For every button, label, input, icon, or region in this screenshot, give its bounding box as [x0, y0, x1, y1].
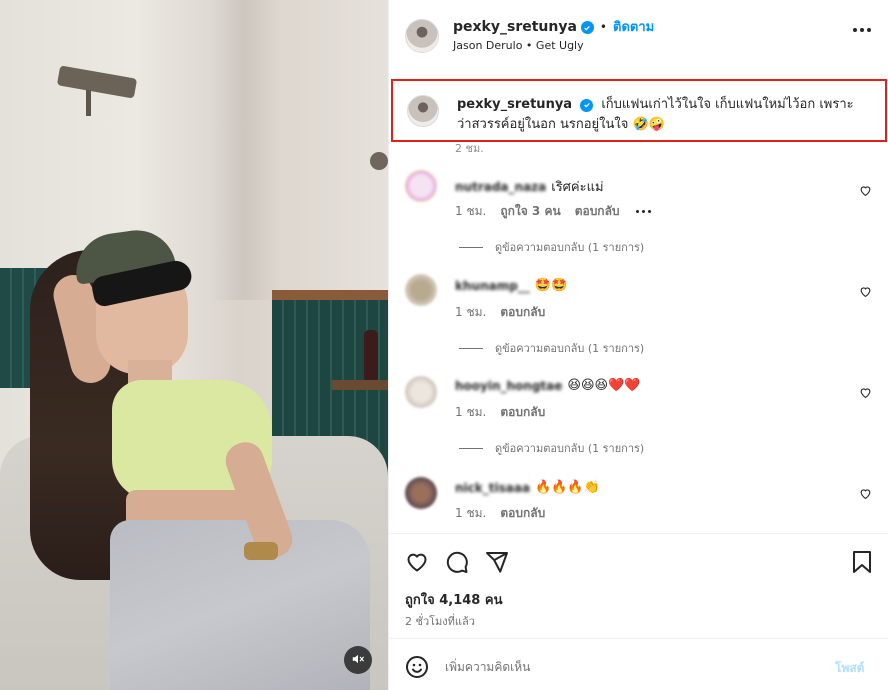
wall-shadow: [210, 0, 280, 300]
wall-lamp: [56, 65, 138, 99]
comment-like-heart-icon[interactable]: [859, 485, 872, 504]
caption-username[interactable]: pexky_sretunya: [457, 97, 572, 112]
share-paper-plane-icon[interactable]: [485, 550, 509, 578]
view-replies-label: ดูข้อความตอบกลับ (1 รายการ): [495, 442, 645, 455]
more-dot: [867, 28, 871, 32]
caption-author-avatar[interactable]: [407, 95, 439, 127]
commenter-avatar[interactable]: [405, 170, 437, 202]
comment-text: 😆😆😆❤️❤️: [567, 378, 641, 393]
more-dot: [853, 28, 857, 32]
more-options-button[interactable]: [853, 28, 871, 32]
commenter-username[interactable]: hooyin_hongtae: [455, 379, 562, 393]
reply-button[interactable]: ตอบกลับ: [575, 202, 620, 221]
commenter-username[interactable]: nutrada_naza: [455, 180, 546, 194]
wall-lamp-right: [370, 152, 388, 170]
post-media[interactable]: [0, 0, 388, 690]
comment-bubble-icon[interactable]: [445, 550, 469, 578]
mute-button[interactable]: [344, 646, 372, 674]
reply-button[interactable]: ตอบกลับ: [500, 504, 545, 523]
view-replies-button[interactable]: ดูข้อความตอบกลับ (1 รายการ): [459, 238, 644, 256]
reply-button[interactable]: ตอบกลับ: [500, 403, 545, 422]
like-heart-icon[interactable]: [405, 550, 429, 578]
person-pants: [110, 520, 370, 690]
post-details-panel: pexky_sretunya • ติดตาม Jason Derulo • G…: [388, 0, 888, 690]
wall-lamp-arm: [86, 90, 91, 116]
instagram-post-view: pexky_sretunya • ติดตาม Jason Derulo • G…: [0, 0, 888, 690]
speaker-muted-icon: [351, 651, 365, 670]
comment-meta: 1 ชม. ตอบกลับ: [455, 504, 545, 523]
author-avatar[interactable]: [405, 19, 439, 53]
caption-highlight: pexky_sretunya เก็บแฟนเก่าไว้ในใจ เก็บแฟ…: [391, 79, 887, 142]
verified-badge-icon: [580, 98, 594, 112]
commenter-avatar[interactable]: [405, 376, 437, 408]
separator-dot: •: [599, 20, 607, 35]
follow-button[interactable]: ติดตาม: [613, 20, 654, 36]
comment-line: nutrada_naza เริศค่ะแม่: [455, 176, 604, 197]
person-watch: [244, 542, 278, 560]
view-replies-button[interactable]: ดูข้อความตอบกลับ (1 รายการ): [459, 339, 644, 357]
caption: pexky_sretunya เก็บแฟนเก่าไว้ในใจ เก็บแฟ…: [457, 95, 857, 140]
wine-bottle: [364, 330, 378, 380]
add-comment-input[interactable]: [445, 657, 805, 677]
author-info: pexky_sretunya • ติดตาม Jason Derulo • G…: [453, 19, 654, 53]
comment-meta: 1 ชม. ตอบกลับ: [455, 403, 545, 422]
replies-line: [459, 347, 483, 349]
commenter-username[interactable]: khunamp__: [455, 279, 530, 293]
post-header: pexky_sretunya • ติดตาม Jason Derulo • G…: [389, 0, 888, 72]
view-replies-button[interactable]: ดูข้อความตอบกลับ (1 รายการ): [459, 439, 644, 457]
comment-meta: 1 ชม. ถูกใจ 3 คน ตอบกลับ: [455, 202, 651, 221]
emoji-smiley-icon[interactable]: [405, 655, 429, 683]
comment-time: 1 ชม.: [455, 405, 487, 419]
comment-more-button[interactable]: [635, 210, 651, 213]
likes-count[interactable]: ถูกใจ 4,148 คน: [405, 589, 502, 610]
post-time[interactable]: 2 ชั่วโมงที่แล้ว: [405, 612, 475, 630]
caption-time: 2 ชม.: [455, 142, 484, 155]
comment-likes[interactable]: ถูกใจ 3 คน: [500, 202, 560, 221]
author-username[interactable]: pexky_sretunya: [453, 19, 577, 37]
comment-line: khunamp__ 🤩🤩: [455, 278, 567, 293]
comment-like-heart-icon[interactable]: [859, 283, 872, 302]
reply-button[interactable]: ตอบกลับ: [500, 303, 545, 322]
comment-meta: 1 ชม. ตอบกลับ: [455, 303, 545, 322]
save-bookmark-icon[interactable]: [851, 550, 873, 578]
side-table: [332, 380, 388, 390]
comment-like-heart-icon[interactable]: [859, 384, 872, 403]
comment-time: 1 ชม.: [455, 305, 487, 319]
view-replies-label: ดูข้อความตอบกลับ (1 รายการ): [495, 241, 645, 254]
commenter-username[interactable]: nick_tisaaa: [455, 481, 530, 495]
add-comment-bar: โพสต์: [389, 638, 888, 690]
comment-text: 🤩🤩: [534, 278, 568, 293]
commenter-avatar[interactable]: [405, 274, 437, 306]
comment-time: 1 ชม.: [455, 506, 487, 520]
post-comment-button[interactable]: โพสต์: [835, 659, 864, 678]
replies-line: [459, 246, 483, 248]
replies-line: [459, 447, 483, 449]
commenter-avatar[interactable]: [405, 477, 437, 509]
post-actions: ถูกใจ 4,148 คน 2 ชั่วโมงที่แล้ว โพสต์: [389, 533, 888, 690]
comment-text: เริศค่ะแม่: [551, 180, 604, 195]
view-replies-label: ดูข้อความตอบกลับ (1 รายการ): [495, 342, 645, 355]
audio-track-link[interactable]: Jason Derulo • Get Ugly: [453, 39, 654, 53]
more-dot: [860, 28, 864, 32]
verified-badge-icon: [580, 21, 594, 35]
comment-text: 🔥🔥🔥👏: [535, 480, 600, 495]
comment-like-heart-icon[interactable]: [859, 182, 872, 201]
comment-line: nick_tisaaa 🔥🔥🔥👏: [455, 480, 600, 495]
comment-line: hooyin_hongtae 😆😆😆❤️❤️: [455, 378, 640, 393]
comment-time: 1 ชม.: [455, 204, 487, 218]
